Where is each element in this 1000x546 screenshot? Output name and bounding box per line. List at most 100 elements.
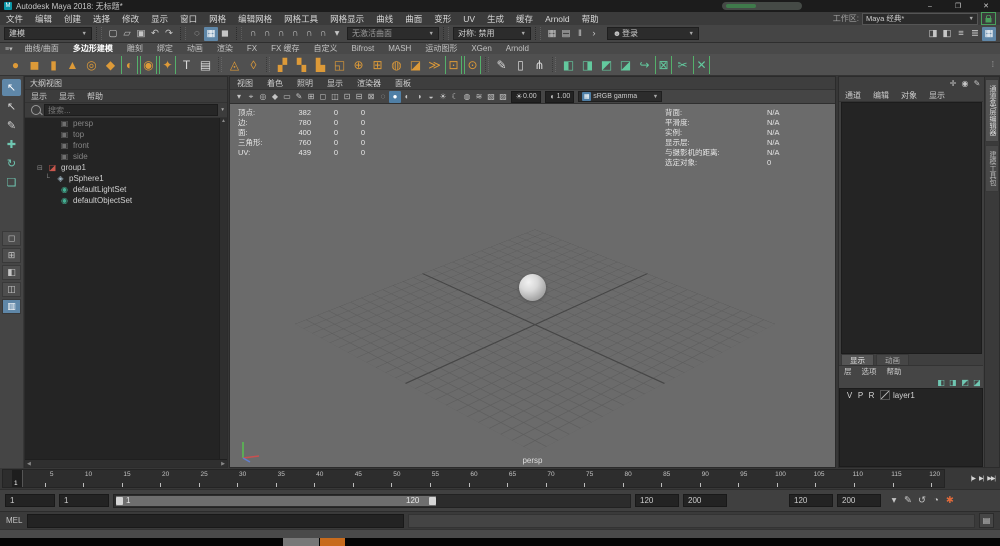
menu-item[interactable]: 曲线 (370, 13, 399, 25)
tree-expander[interactable]: └ (45, 175, 55, 182)
channelbox-menu-item[interactable]: 编辑 (867, 90, 895, 101)
range-end-handle[interactable] (429, 497, 436, 505)
menu-item[interactable]: 生成 (481, 13, 510, 25)
go-to-end-button[interactable]: ▶▶| (985, 475, 997, 482)
divider[interactable] (443, 27, 449, 40)
rotate-tool[interactable]: ↻ (2, 155, 21, 172)
motion-blur-icon[interactable]: ≋ (473, 91, 485, 103)
viewport-menu-item[interactable]: 着色 (260, 78, 290, 89)
ssao-icon[interactable]: ◍ (461, 91, 473, 103)
layout-single-pane[interactable]: ◻ (2, 231, 21, 246)
use-default-material-icon[interactable]: ◑ (413, 91, 425, 103)
transfer-attrs-icon[interactable]: ↪ (636, 56, 653, 74)
select-tool[interactable]: ↖ (2, 79, 21, 96)
shelf-tab[interactable]: XGen (464, 44, 498, 53)
psphere1-object[interactable] (519, 274, 546, 301)
offset-edge-loop-icon[interactable]: ▯ (512, 56, 529, 74)
new-scene-icon[interactable]: ▢ (106, 27, 120, 41)
outliner-menu-item[interactable]: 显示 (25, 91, 53, 102)
boolean-icon[interactable]: ◱ (331, 56, 348, 74)
viewport-menu-item[interactable]: 照明 (290, 78, 320, 89)
safe-action-icon[interactable]: ⊟ (353, 91, 365, 103)
smart-extrude-icon[interactable]: ◩ (598, 56, 615, 74)
outliner-item[interactable]: ▣ side (25, 151, 227, 162)
shelf-tab[interactable]: 雕刻 (120, 43, 150, 54)
viewport-menu-item[interactable]: 面板 (388, 78, 418, 89)
xray-icon[interactable]: ▧ (485, 91, 497, 103)
target-weld-icon[interactable]: ⊙ (464, 56, 481, 74)
layer-menu-item[interactable]: 帮助 (882, 366, 907, 377)
menu-item[interactable]: 编辑网格 (232, 13, 278, 25)
toggle-tool-settings-icon[interactable]: ◧ (940, 27, 954, 41)
channelbox-menu-item[interactable]: 通道 (839, 90, 867, 101)
film-gate-icon[interactable]: ⊞ (305, 91, 317, 103)
grease-pencil-icon[interactable]: ✎ (293, 91, 305, 103)
select-object-icon[interactable]: ▦ (204, 27, 218, 41)
timeline-tick[interactable]: 120 (902, 470, 941, 487)
outliner-item[interactable]: ▣ front (25, 140, 227, 151)
timeline-tick[interactable]: 75 (555, 470, 594, 487)
multi-cut-icon[interactable]: ⊡ (445, 56, 462, 74)
menu-item[interactable]: 网格 (203, 13, 232, 25)
divider[interactable] (180, 27, 186, 40)
timeline-tick[interactable]: 90 (670, 470, 709, 487)
shelf-tab[interactable]: 动画 (180, 43, 210, 54)
layer-create-icon[interactable]: ◩ (959, 377, 971, 388)
separator[interactable] (552, 57, 556, 72)
snap-grid-icon[interactable]: ∩ (246, 27, 260, 41)
sidebar-vertical-tab[interactable]: 建模工具包 (985, 145, 999, 192)
timeline-tick[interactable]: 60 (439, 470, 478, 487)
timeline-tick[interactable]: 100 (747, 470, 786, 487)
timeline-tick[interactable]: 55 (400, 470, 439, 487)
snap-projected-center-icon[interactable]: ∩ (288, 27, 302, 41)
save-scene-icon[interactable]: ▣ (134, 27, 148, 41)
center-of-interest-icon[interactable]: ⌖ (245, 91, 257, 103)
xray-joints-icon[interactable]: ▨ (497, 91, 509, 103)
layer-move-icon[interactable]: ◧ (935, 377, 947, 388)
divider[interactable] (535, 27, 541, 40)
layer-create-selected-icon[interactable]: ◪ (971, 377, 983, 388)
divider[interactable] (96, 27, 102, 40)
layer-playback-toggle[interactable]: P (855, 391, 866, 400)
menu-set-dropdown[interactable]: 建模 ▼ (4, 27, 92, 40)
timeline-tick[interactable]: 25 (169, 470, 208, 487)
timeline-tick[interactable]: 85 (632, 470, 671, 487)
bridge-icon[interactable]: ≫ (426, 56, 443, 74)
poly-sphere-icon[interactable]: ● (7, 56, 24, 74)
insert-edge-loop-icon[interactable]: ✎ (493, 56, 510, 74)
reduce-icon[interactable]: ⊞ (369, 56, 386, 74)
timeline-tick[interactable]: 40 (285, 470, 324, 487)
layer-visibility-toggle[interactable]: V (844, 391, 855, 400)
delete-history-icon[interactable]: ✕ (693, 56, 710, 74)
menu-item[interactable]: 编辑 (29, 13, 58, 25)
menu-item[interactable]: 缓存 (510, 13, 539, 25)
combine-icon[interactable]: ▞ (274, 56, 291, 74)
bookmarks-icon[interactable]: ◆ (269, 91, 281, 103)
separator[interactable] (485, 57, 489, 72)
layer-reference-toggle[interactable]: R (866, 391, 877, 400)
playback-start-field[interactable]: 1 (59, 494, 109, 507)
timeline-tick[interactable]: 30 (208, 470, 247, 487)
channelbox-menu-item[interactable]: 对象 (895, 90, 923, 101)
layout-outliner-persp[interactable]: ▥ (2, 299, 21, 314)
layout-two-pane-stacked[interactable]: ◫ (2, 282, 21, 297)
camera-attributes-icon[interactable]: ◎ (257, 91, 269, 103)
command-language-label[interactable]: MEL (6, 516, 22, 525)
scale-tool[interactable]: ❏ (2, 174, 21, 191)
taskbar-item[interactable] (283, 538, 319, 546)
sidebar-vertical-tab[interactable]: 通道盒/层编辑器 (985, 79, 999, 142)
menu-item[interactable]: 变形 (428, 13, 457, 25)
poly-cone-icon[interactable]: ▲ (64, 56, 81, 74)
separator[interactable] (218, 57, 222, 72)
shadows-icon[interactable]: ☾ (449, 91, 461, 103)
taskbar-maya-item[interactable] (320, 538, 345, 546)
shelf-tab[interactable]: MASH (381, 44, 418, 53)
exposure-field[interactable]: ☀ 0.00 (511, 91, 541, 103)
menu-item[interactable]: 选择 (87, 13, 116, 25)
make-live-icon[interactable]: ∩ (316, 27, 330, 41)
layer-name[interactable]: layer1 (893, 391, 915, 400)
move-tool[interactable]: ✚ (2, 136, 21, 153)
layer-editor-tab[interactable]: 显示 (841, 354, 874, 365)
layer-row[interactable]: V P R layer1 (840, 389, 982, 401)
next-frame-button[interactable]: |▶ (969, 475, 977, 482)
